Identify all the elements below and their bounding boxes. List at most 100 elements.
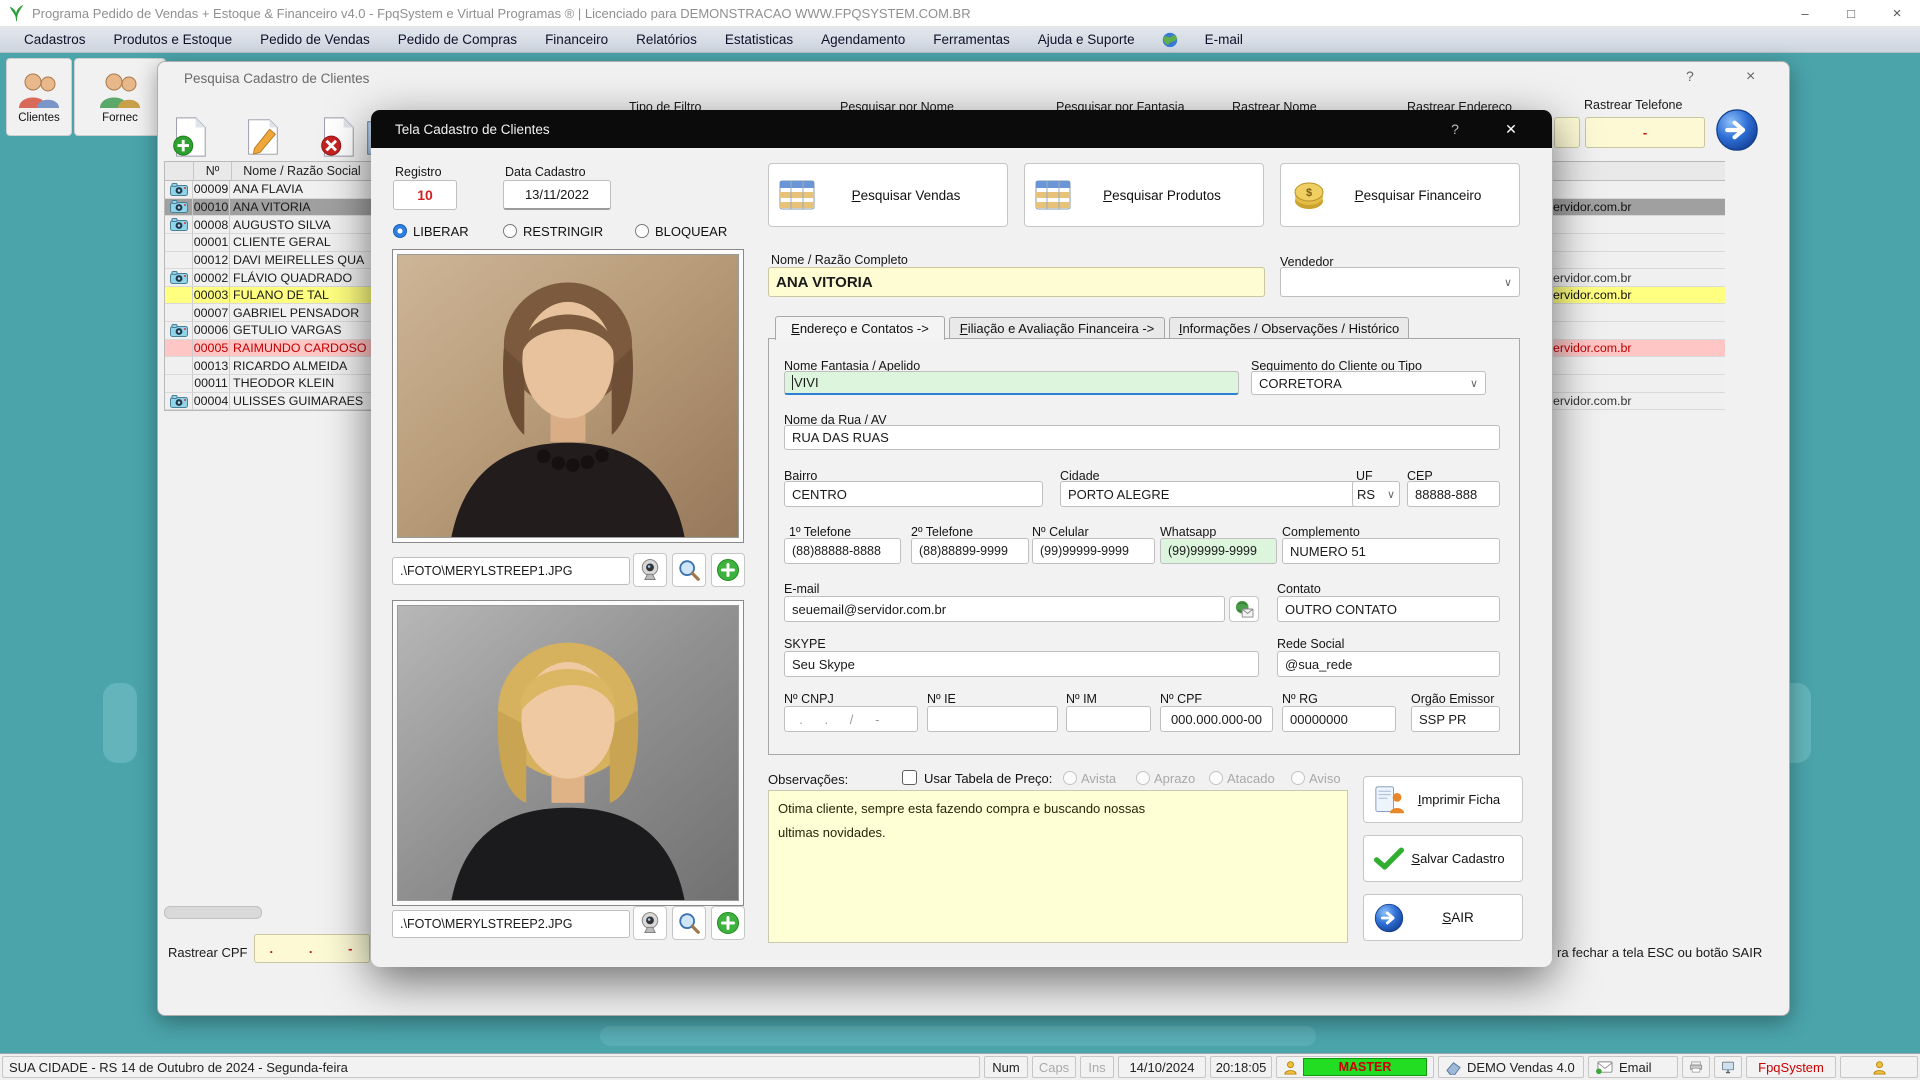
pesquisar-vendas-button[interactable]: Pesquisar Vendas (768, 163, 1008, 227)
table-row[interactable]: 00011THEODOR KLEIN (165, 375, 372, 393)
help-icon[interactable]: ? (1433, 110, 1477, 148)
photo2-path-field[interactable]: .\FOTO\MERYLSTREEP2.JPG (392, 910, 630, 938)
radio-avista[interactable] (1063, 771, 1077, 785)
rastrear-endereco-input[interactable] (1554, 117, 1580, 148)
delete-record-button[interactable] (312, 114, 360, 160)
tab-endereco-contatos[interactable]: Endereço e Contatos -> (775, 316, 945, 340)
seguimento-combobox[interactable]: CORRETORA∨ (1251, 371, 1486, 395)
sair-button[interactable]: SAIR (1363, 894, 1523, 941)
close-icon[interactable]: ✕ (1489, 110, 1533, 148)
maximize-button[interactable]: □ (1828, 0, 1874, 26)
table-row[interactable]: 00007GABRIEL PENSADOR (165, 304, 372, 322)
close-icon[interactable]: × (1746, 68, 1755, 86)
photo1-zoom-button[interactable] (672, 553, 706, 587)
radio-aviso[interactable] (1291, 771, 1305, 785)
status-printer[interactable] (1682, 1056, 1710, 1078)
usar-tabela-checkbox[interactable] (902, 770, 917, 785)
cnpj-field[interactable]: . . / - (784, 706, 918, 732)
menu-item-pedido-de-vendas[interactable]: Pedido de Vendas (246, 32, 384, 47)
cpf-field[interactable]: 000.000.000-00 (1160, 706, 1273, 732)
rua-field[interactable]: RUA DAS RUAS (784, 425, 1500, 450)
cidade-field[interactable]: PORTO ALEGRE (1060, 481, 1393, 507)
orgao-emissor-field[interactable]: SSP PR (1411, 706, 1500, 732)
salvar-cadastro-button[interactable]: Salvar Cadastro (1363, 835, 1523, 882)
cep-field[interactable]: 88888-888 (1407, 481, 1500, 507)
close-button[interactable]: × (1874, 0, 1920, 26)
contato-field[interactable]: OUTRO CONTATO (1277, 596, 1500, 622)
header-name-col[interactable]: Nome / Razão Social (232, 162, 372, 180)
observacoes-textarea[interactable]: Otima cliente, sempre esta fazendo compr… (768, 790, 1348, 943)
shortcut-fornecedores-button[interactable]: Fornec (74, 58, 166, 136)
bairro-field[interactable]: CENTRO (784, 481, 1043, 507)
menu-item-produtos-e-estoque[interactable]: Produtos e Estoque (100, 32, 247, 47)
new-record-button[interactable] (164, 114, 212, 160)
menu-item-financeiro[interactable]: Financeiro (531, 32, 622, 47)
menu-item-agendamento[interactable]: Agendamento (807, 32, 919, 47)
email-field[interactable]: seuemail@servidor.com.br (784, 596, 1225, 622)
data-cadastro-field[interactable]: 13/11/2022 (503, 180, 611, 210)
menu-item-relat-rios[interactable]: Relatórios (622, 32, 711, 47)
header-photo-col[interactable] (165, 162, 194, 180)
table-row[interactable]: 00004ULISSES GUIMARAES (165, 393, 372, 411)
imprimir-ficha-button[interactable]: Imprimir Ficha (1363, 776, 1523, 823)
shortcut-clientes-button[interactable]: Clientes (6, 58, 72, 136)
table-row[interactable]: 00005RAIMUNDO CARDOSO (165, 340, 372, 358)
rastrear-cpf-input[interactable]: . . - (254, 934, 370, 963)
tel1-field[interactable]: (88)88888-8888 (784, 538, 901, 564)
skype-field[interactable]: Seu Skype (784, 651, 1259, 677)
minimize-button[interactable]: – (1782, 0, 1828, 26)
status-email[interactable]: Email (1588, 1056, 1678, 1078)
tel2-field[interactable]: (88)88899-9999 (911, 538, 1029, 564)
radio-aprazo[interactable] (1136, 771, 1150, 785)
photo2-zoom-button[interactable] (672, 906, 706, 940)
header-num-col[interactable]: Nº (194, 162, 232, 180)
pesquisar-produtos-button[interactable]: Pesquisar Produtos (1024, 163, 1264, 227)
radio-liberar[interactable] (393, 224, 407, 238)
rastrear-telefone-input[interactable]: - (1585, 117, 1705, 148)
photo1-webcam-button[interactable] (633, 553, 667, 587)
table-row[interactable]: 00001CLIENTE GERAL (165, 234, 372, 252)
photo2-add-button[interactable] (711, 906, 745, 940)
pesquisar-financeiro-button[interactable]: $ Pesquisar Financeiro (1280, 163, 1520, 227)
table-row[interactable]: 00013RICARDO ALMEIDA (165, 357, 372, 375)
tab-filiacao-financeira[interactable]: Filiação e Avaliação Financeira -> (949, 317, 1165, 339)
status-network[interactable] (1714, 1056, 1742, 1078)
photo1-add-button[interactable] (711, 553, 745, 587)
menu-item-ferramentas[interactable]: Ferramentas (919, 32, 1024, 47)
table-row[interactable]: 00010ANA VITORIA (165, 199, 372, 217)
table-row[interactable]: 00008AUGUSTO SILVA (165, 216, 372, 234)
table-row[interactable]: 00009ANA FLAVIA (165, 181, 372, 199)
send-email-button[interactable] (1229, 596, 1259, 622)
table-row[interactable]: 00012DAVI MEIRELLES QUA (165, 252, 372, 270)
help-icon[interactable]: ? (1686, 68, 1694, 84)
photo-cell-empty (165, 234, 193, 252)
radio-atacado-radio[interactable] (1209, 771, 1223, 785)
rede-social-field[interactable]: @sua_rede (1277, 651, 1500, 677)
rastrear-telefone-go-button[interactable] (1715, 108, 1759, 157)
menu-item-pedido-de-compras[interactable]: Pedido de Compras (384, 32, 531, 47)
rg-field[interactable]: 00000000 (1282, 706, 1396, 732)
im-field[interactable] (1066, 706, 1151, 732)
table-row[interactable]: 00003FULANO DE TAL (165, 287, 372, 305)
complemento-field[interactable]: NUMERO 51 (1282, 538, 1500, 564)
photo2-webcam-button[interactable] (633, 906, 667, 940)
tab-informacoes-historico[interactable]: Informações / Observações / Histórico (1169, 317, 1409, 339)
radio-restringir[interactable] (503, 224, 517, 238)
celular-field[interactable]: (99)99999-9999 (1032, 538, 1155, 564)
nome-fantasia-field[interactable]: VIVI (784, 371, 1239, 395)
menu-item-cadastros[interactable]: Cadastros (10, 32, 100, 47)
whatsapp-field[interactable]: (99)99999-9999 (1160, 538, 1277, 564)
nome-razao-field[interactable]: ANA VITORIA (768, 267, 1265, 297)
horizontal-scrollbar[interactable] (164, 906, 262, 919)
menu-item-e-mail[interactable]: E-mail (1191, 32, 1257, 47)
table-row[interactable]: 00006GETULIO VARGAS (165, 322, 372, 340)
menu-item-estatisticas[interactable]: Estatisticas (711, 32, 807, 47)
photo1-path-field[interactable]: .\FOTO\MERYLSTREEP1.JPG (392, 557, 630, 585)
menu-item-ajuda-e-suporte[interactable]: Ajuda e Suporte (1024, 32, 1149, 47)
table-row[interactable]: 00002FLÁVIO QUADRADO (165, 269, 372, 287)
ie-field[interactable] (927, 706, 1058, 732)
edit-record-button[interactable] (238, 114, 286, 160)
uf-combobox[interactable]: RS∨ (1352, 481, 1400, 507)
vendedor-combobox[interactable]: ∨ (1280, 267, 1520, 297)
radio-bloquear[interactable] (635, 224, 649, 238)
